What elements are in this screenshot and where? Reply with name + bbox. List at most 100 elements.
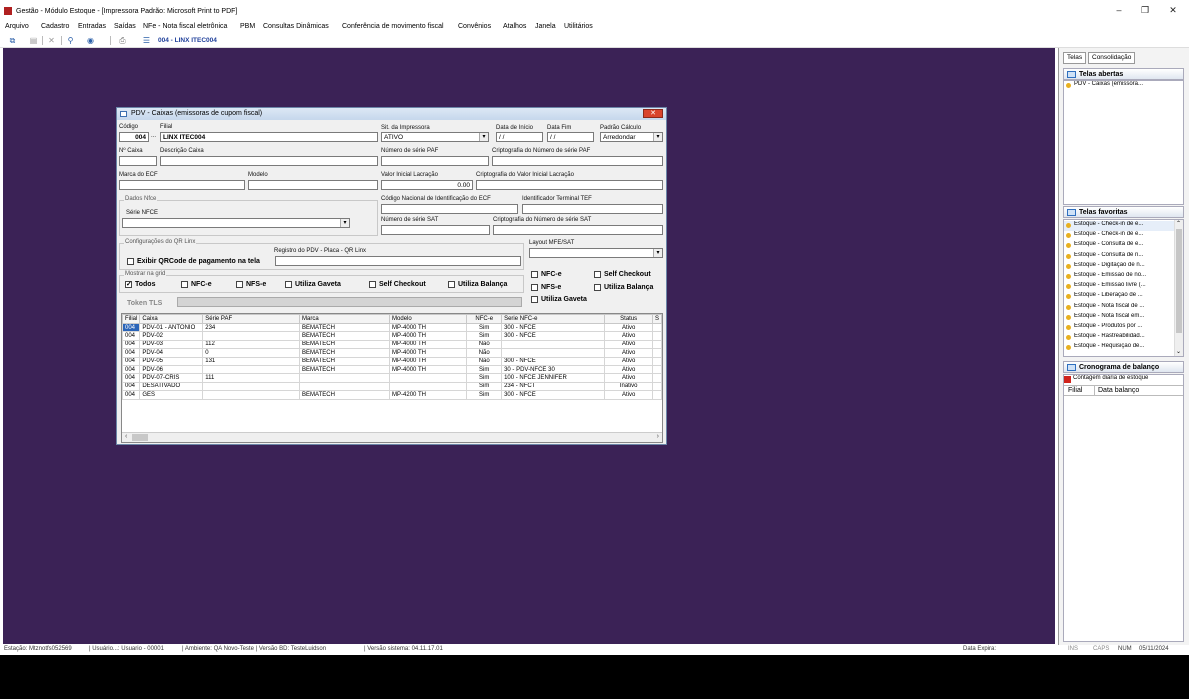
scroll-up-icon[interactable]: ⌃ [1176,220,1181,227]
self-checkout-checkbox[interactable]: Self Checkout [594,271,651,278]
registro-pdv-field[interactable] [275,256,521,266]
data-fim-field[interactable]: / / [547,132,594,142]
scroll-right-icon[interactable]: › [657,433,659,440]
descricao-field[interactable] [160,156,378,166]
table-row[interactable]: 004 PDV-02 BEMATECH MP-4000 TH Sim 300 - NFCE… [122,331,662,341]
menu-entradas[interactable]: Entradas [78,23,106,30]
col-serie-paf[interactable]: Série PAF [202,314,301,324]
close-button[interactable]: ✕ [1166,5,1180,16]
maximize-button[interactable]: ❐ [1138,5,1152,16]
utiliza-gaveta-checkbox[interactable]: Utiliza Gaveta [531,296,587,303]
col-caixa[interactable]: Caixa [139,314,204,324]
copy-icon[interactable]: ⧉ [8,36,17,45]
serie-sat-field[interactable] [381,225,490,235]
cripto-valor-field[interactable] [476,180,663,190]
table-row[interactable]: 004 GES BEMATECH MP-4200 TH Sim 300 - NFCE Ati… [122,390,662,400]
list-item[interactable]: Estoque - Produtos por ... [1064,323,1175,333]
layout-mfe-select[interactable]: ▾ [529,248,663,258]
tab-telas[interactable]: Telas [1063,52,1087,64]
menu-saidas[interactable]: Saídas [114,23,136,30]
marca-ecf-field[interactable] [119,180,245,190]
dialog-close-button[interactable]: ✕ [643,109,663,118]
nfse-grid-checkbox[interactable]: NFS-e [236,281,266,288]
list-item[interactable]: Estoque - Digitação de n... [1064,262,1175,272]
nfce-checkbox[interactable]: NFC-e [531,271,562,278]
scroll-down-icon[interactable]: ⌄ [1176,348,1181,355]
token-tls-field[interactable] [177,297,522,307]
list-item[interactable]: Estoque - Check-in de e... [1064,221,1175,232]
list-item[interactable]: Estoque - Nota fiscal em... [1064,313,1175,323]
scroll-left-icon[interactable]: ‹ [125,433,127,440]
list-item[interactable]: Estoque - Consulta de n... [1064,252,1175,262]
list-item[interactable]: Estoque - Consulta de e... [1064,241,1175,251]
list-icon[interactable]: ☰ [142,36,151,45]
search-icon[interactable]: ⚲ [66,36,75,45]
utiliza-balanca-grid-checkbox[interactable]: Utiliza Balança [448,281,507,288]
menu-janela[interactable]: Janela [535,23,556,30]
tab-consolidacao[interactable]: Consolidação [1088,52,1136,64]
table-row[interactable]: 004 PDV-05 131 BEMATECH MP-4000 TH Não 300 - N… [122,356,662,366]
menu-convenios[interactable]: Convênios [458,23,491,30]
delete-icon[interactable]: ✕ [47,36,56,45]
settings-icon[interactable]: ◉ [86,36,95,45]
telas-favoritas-header[interactable]: Telas favoritas [1063,206,1184,218]
list-item[interactable]: Estoque - Nota fiscal de ... [1064,303,1175,313]
caixas-grid[interactable]: Filial Caixa Série PAF Marca Modelo NFC-… [121,313,663,443]
col-serie-nfce[interactable]: Serie NFC-e [501,314,606,324]
print-icon[interactable]: ⎙ [118,36,127,45]
menu-utilitarios[interactable]: Utilitários [564,23,593,30]
utiliza-balanca-checkbox[interactable]: Utiliza Balança [594,284,653,291]
menu-nfe[interactable]: NFe - Nota fiscal eletrônica [143,23,227,30]
list-item[interactable]: PDV - Caixas (emissora... [1064,81,1183,91]
table-row[interactable]: 004 PDV-03 112 BEMATECH MP-4000 TH Não Ativo [122,339,662,350]
list-item[interactable]: Estoque - Check-in de e... [1064,231,1175,241]
serie-paf-field[interactable] [381,156,489,166]
valor-lacracao-field[interactable]: 0.00 [381,180,473,190]
table-row[interactable]: 004 PDV-04 0 BEMATECH MP-4000 TH Não Ativo [122,348,662,358]
list-item[interactable]: Estoque - Rastreabilidad... [1064,333,1175,343]
cronograma-item[interactable]: Contagem diária de estoque [1064,375,1183,385]
list-item[interactable]: Estoque - Emissão livre (... [1064,282,1175,292]
col-status[interactable]: Status [604,314,653,324]
identificador-tef-field[interactable] [522,204,663,214]
padrao-calculo-select[interactable]: Arredondar ▾ [600,132,663,142]
serie-nfce-select[interactable]: ▾ [122,218,350,228]
menu-atalhos[interactable]: Atalhos [503,23,526,30]
table-row[interactable]: 004 PDV-07-CRIS 111 Sim 100 - NFCE JENNIFER A… [122,373,662,383]
filial-field[interactable]: LINX ITEC004 [160,132,378,142]
col-extra[interactable]: S [651,314,662,324]
codigo-field[interactable]: 004 [119,132,149,142]
lookup-dots[interactable]: ... [151,133,156,139]
list-item[interactable]: Estoque - Liberação de ... [1064,292,1175,302]
utiliza-gaveta-grid-checkbox[interactable]: Utiliza Gaveta [285,281,341,288]
cripto-sat-field[interactable] [493,225,663,235]
nr-caixa-field[interactable] [119,156,157,166]
col-data-balanco[interactable]: Data balanço [1098,387,1139,394]
company-selector[interactable]: 004 - LINX ITEC004 [158,37,217,44]
col-filial[interactable]: Filial [1068,387,1082,394]
col-marca[interactable]: Marca [299,314,391,324]
self-checkout-grid-checkbox[interactable]: Self Checkout [369,281,426,288]
modelo-field[interactable] [248,180,378,190]
list-item[interactable]: Estoque - Requisição de... [1064,343,1175,353]
data-inicio-field[interactable]: / / [496,132,543,142]
table-row[interactable]: 004 PDV-01 - ANTONIO 234 BEMATECH MP-4000 TH… [122,322,662,333]
todos-checkbox[interactable]: ✓ Todos [125,281,155,288]
telas-abertas-header[interactable]: Telas abertas [1063,68,1184,80]
list-item[interactable]: Estoque - Emissão de no... [1064,272,1175,282]
col-filial[interactable]: Filial [122,314,141,324]
exibir-qr-checkbox[interactable]: Exibir QRCode de pagamento na tela [127,258,260,265]
cripto-serie-paf-field[interactable] [492,156,663,166]
menu-conferencia[interactable]: Conferência de movimento fiscal [342,23,444,30]
menu-cadastro[interactable]: Cadastro [41,23,69,30]
codigo-nacional-field[interactable] [381,204,518,214]
table-row[interactable]: 004 DESATIVADO Sim 234 - NFCT Inativo [122,381,662,392]
nfce-grid-checkbox[interactable]: NFC-e [181,281,212,288]
table-row[interactable]: 004 PDV-06 BEMATECH MP-4000 TH Sim 30 - PDV-N… [122,364,662,375]
col-modelo[interactable]: Modelo [389,314,468,324]
menu-pbm[interactable]: PBM [240,23,255,30]
scroll-thumb[interactable] [1176,229,1182,333]
favorites-scrollbar[interactable]: ⌃ ⌄ [1174,220,1183,356]
menu-arquivo[interactable]: Arquivo [5,23,29,30]
menu-consultas[interactable]: Consultas Dinâmicas [263,23,329,30]
